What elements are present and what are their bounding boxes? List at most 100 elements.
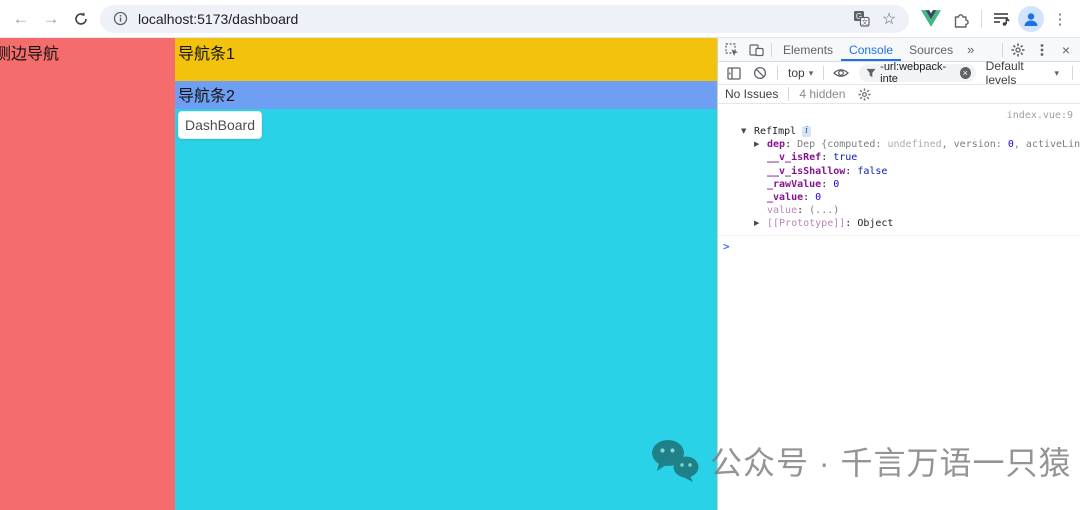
reload-icon (73, 11, 89, 27)
browser-actions: ⋮ (917, 5, 1074, 33)
hidden-settings-gear-icon[interactable] (852, 83, 876, 105)
console-prompt-chevron: > (723, 240, 730, 253)
sidebar-label: 侧边导航 (0, 40, 175, 64)
console-token: dep (767, 139, 785, 150)
console-toolbar: top ▾ -url:webpack-inte × Default levels… (718, 62, 1080, 85)
console-line: _rawValue: 0 (718, 178, 1080, 191)
console-token: , activeLink: (1014, 139, 1080, 150)
console-token: : (803, 192, 815, 203)
console-token: : (845, 218, 857, 229)
console-output: index.vue:9 ▼RefImpli▶dep: Dep {computed… (718, 104, 1080, 510)
navbar-1: 导航条1 (175, 38, 717, 81)
clear-console-icon[interactable] (748, 62, 772, 84)
toolbar-divider (823, 66, 824, 80)
console-prompt-row[interactable]: > (718, 236, 1080, 253)
issues-counter[interactable]: No Issues (725, 87, 778, 101)
console-line: __v_isRef: true (718, 151, 1080, 164)
back-button[interactable]: ← (6, 4, 36, 34)
console-token: : (845, 166, 857, 177)
console-token: __v_isRef (767, 152, 821, 163)
tabbar-divider (771, 43, 772, 57)
console-tree: ▼RefImpli▶dep: Dep {computed: undefined,… (718, 125, 1080, 231)
sidebar-nav: 侧边导航 (0, 38, 175, 510)
console-filter-pill[interactable]: -url:webpack-inte × (859, 64, 975, 82)
console-token: _rawValue (767, 179, 821, 190)
console-line[interactable]: ▼RefImpli (718, 125, 1080, 138)
context-selector[interactable]: top ▾ (783, 66, 818, 80)
console-token: {computed: (821, 139, 887, 150)
console-token: : (785, 139, 797, 150)
filter-text: -url:webpack-inte (880, 61, 956, 85)
console-token: true (833, 152, 857, 163)
forward-button[interactable]: → (36, 4, 66, 34)
toolbar-divider (777, 66, 778, 80)
console-token: Dep (797, 139, 821, 150)
inspect-element-icon[interactable] (720, 39, 744, 61)
chevron-down-icon: ▾ (1054, 68, 1059, 79)
translate-icon[interactable]: G 文 (851, 9, 871, 29)
tab-console[interactable]: Console (841, 38, 901, 61)
screenshot-stage: ← → localhost:5173/dashboard G (0, 0, 1080, 510)
devtools-panel: Elements Console Sources » (717, 38, 1080, 510)
log-levels-label: Default levels (986, 59, 1051, 87)
console-token: Object (857, 218, 893, 229)
status-divider (788, 87, 789, 101)
expand-arrow-icon[interactable]: ▶ (754, 217, 767, 230)
media-controls-icon[interactable] (988, 5, 1016, 33)
console-statusbar: No Issues 4 hidden (718, 85, 1080, 104)
console-line[interactable]: ▶dep: Dep {computed: undefined, version:… (718, 138, 1080, 151)
browser-menu-icon[interactable]: ⋮ (1046, 5, 1074, 33)
console-token: _value (767, 192, 803, 203)
devtools-settings-icon[interactable] (1006, 39, 1030, 61)
collapse-arrow-icon[interactable]: ▼ (741, 125, 754, 138)
devtools-menu-icon[interactable] (1030, 39, 1054, 61)
site-info-icon[interactable] (110, 9, 130, 29)
toolbar-divider (981, 10, 982, 28)
console-token: (...) (809, 205, 839, 216)
chevron-down-icon: ▾ (809, 68, 814, 79)
url-text[interactable]: localhost:5173/dashboard (138, 11, 843, 27)
source-link[interactable]: index.vue:9 (1007, 110, 1073, 121)
reload-button[interactable] (66, 4, 96, 34)
expand-arrow-icon[interactable]: ▶ (754, 138, 767, 151)
devtools-close-icon[interactable]: × (1054, 39, 1078, 61)
context-label: top (788, 66, 805, 80)
vue-devtools-icon[interactable] (917, 5, 945, 33)
dashboard-button[interactable]: DashBoard (178, 111, 262, 139)
console-sidebar-icon[interactable] (722, 62, 746, 84)
console-token: undefined (887, 139, 941, 150)
console-line[interactable]: ▶[[Prototype]]: Object (718, 217, 1080, 230)
navbar-2: 导航条2 (175, 81, 717, 109)
log-levels-dropdown[interactable]: Default levels ▾ (978, 59, 1067, 87)
browser-toolbar: ← → localhost:5173/dashboard G (0, 0, 1080, 38)
console-line: __v_isShallow: false (718, 165, 1080, 178)
address-bar[interactable]: localhost:5173/dashboard G 文 ☆ (100, 5, 909, 33)
console-message: index.vue:9 ▼RefImpli▶dep: Dep {computed… (718, 104, 1080, 236)
extensions-icon[interactable] (947, 5, 975, 33)
live-expression-eye-icon[interactable] (829, 62, 853, 84)
web-page: 侧边导航 导航条1 导航条2 DashBoard (0, 38, 717, 510)
main-area: DashBoard (175, 109, 717, 510)
filter-funnel-icon (866, 68, 876, 78)
console-token: : (797, 205, 809, 216)
console-token: false (857, 166, 887, 177)
console-token: 0 (815, 192, 821, 203)
profile-avatar[interactable] (1018, 6, 1044, 32)
more-tabs-button[interactable]: » (961, 42, 980, 57)
console-token: __v_isShallow (767, 166, 845, 177)
svg-text:文: 文 (861, 17, 868, 26)
console-token: [[Prototype]] (767, 218, 845, 229)
tab-sources[interactable]: Sources (901, 38, 961, 61)
page-content: 导航条1 导航条2 DashBoard (175, 38, 717, 510)
bookmark-star-icon[interactable]: ☆ (879, 9, 899, 29)
console-token: : (821, 152, 833, 163)
tab-elements[interactable]: Elements (775, 38, 841, 61)
filter-clear-icon[interactable]: × (960, 67, 971, 79)
vue-formatter-info-badge[interactable]: i (802, 126, 811, 137)
console-token: value (767, 205, 797, 216)
console-line: value: (...) (718, 204, 1080, 217)
tabbar-divider (1002, 43, 1003, 57)
console-token: , version: (942, 139, 1008, 150)
device-toolbar-icon[interactable] (744, 39, 768, 61)
console-token: 0 (833, 179, 839, 190)
